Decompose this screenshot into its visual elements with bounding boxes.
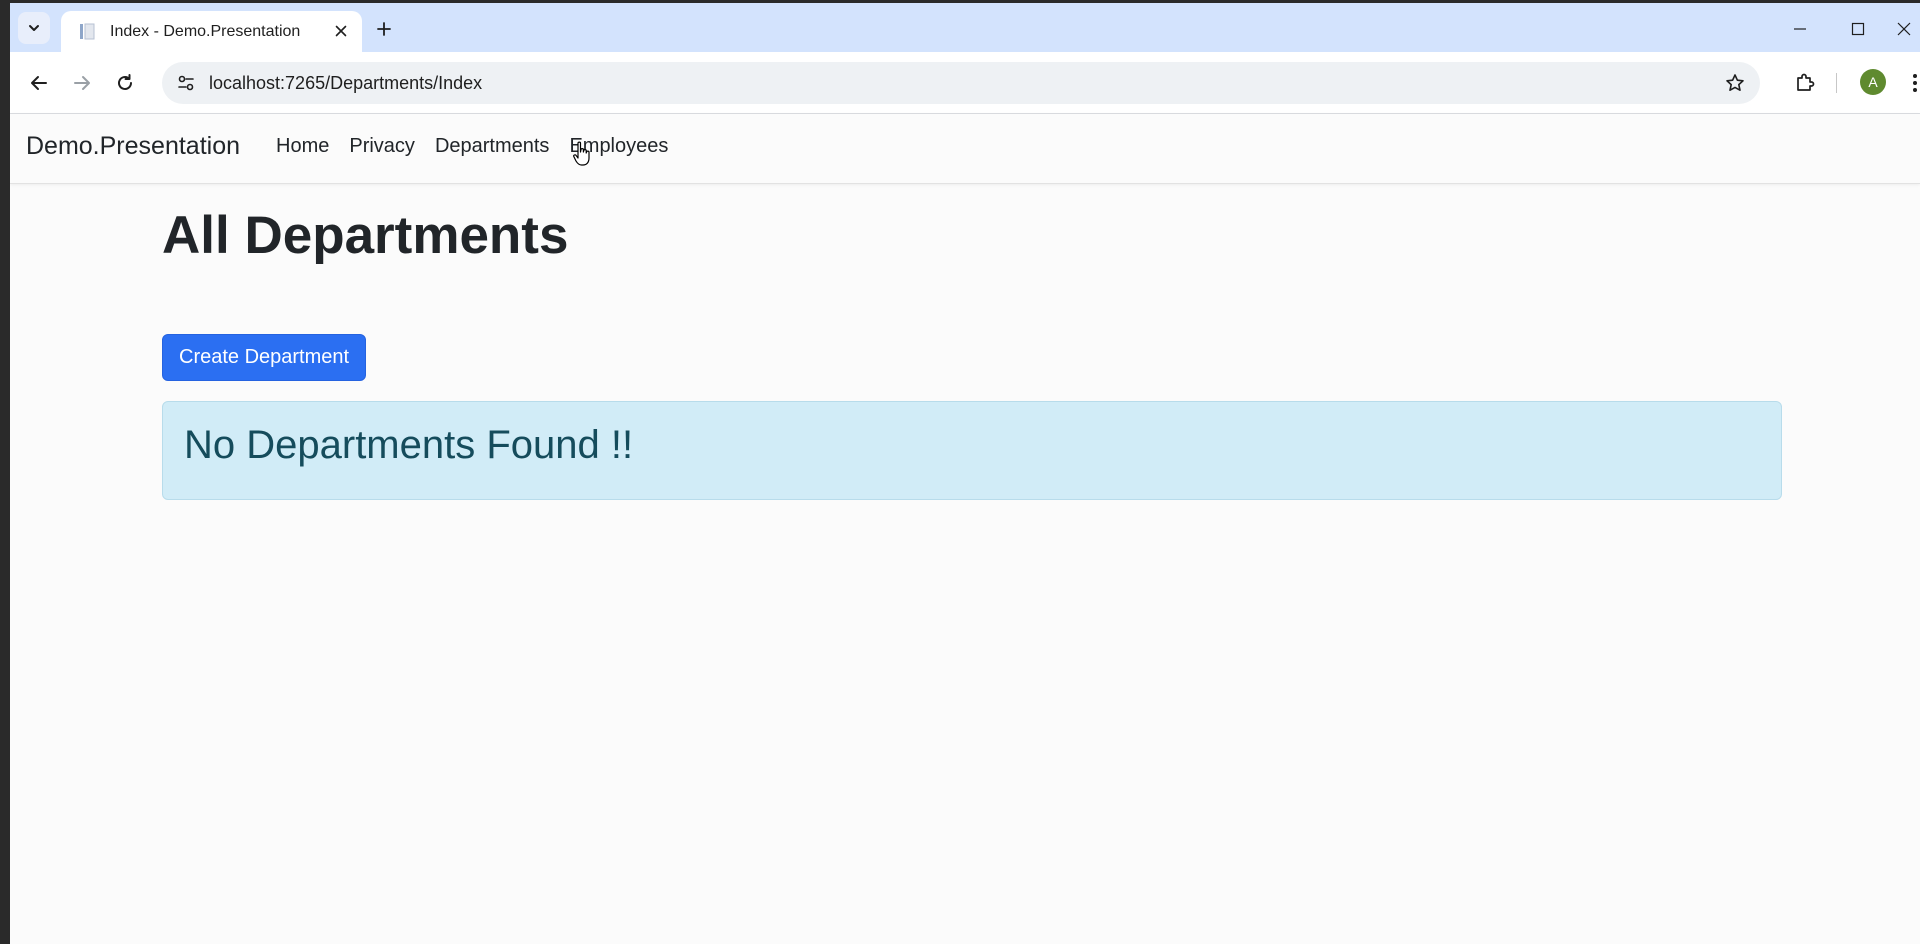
tab-strip: Index - Demo.Presentation — [10, 3, 1920, 52]
page-title: All Departments — [162, 206, 569, 265]
arrow-left-icon — [31, 76, 47, 90]
url-text[interactable]: localhost:7265/Departments/Index — [209, 73, 482, 94]
puzzle-icon — [1797, 73, 1815, 91]
extensions-button[interactable] — [1790, 68, 1820, 98]
tab-close-button[interactable] — [330, 20, 352, 42]
empty-state-message: No Departments Found !! — [184, 423, 634, 467]
window-close-button[interactable] — [1890, 15, 1918, 43]
hand-pointer-cursor-icon — [573, 141, 590, 166]
reload-icon — [118, 74, 132, 90]
site-nav: Home Privacy Departments Employees — [266, 135, 678, 158]
page-favicon-icon — [80, 23, 95, 40]
site-brand-link[interactable]: Demo.Presentation — [26, 132, 240, 161]
star-icon — [1726, 74, 1744, 91]
nav-link-privacy[interactable]: Privacy — [339, 135, 425, 158]
tune-icon — [178, 75, 194, 91]
nav-link-departments[interactable]: Departments — [425, 135, 560, 158]
address-bar[interactable]: localhost:7265/Departments/Index — [162, 62, 1760, 104]
arrow-right-icon — [74, 76, 90, 90]
reload-button[interactable] — [110, 68, 140, 98]
plus-icon — [377, 22, 391, 36]
web-page: Demo.Presentation Home Privacy Departmen… — [10, 114, 1920, 944]
menu-button[interactable] — [1900, 68, 1920, 98]
toolbar-separator — [1836, 73, 1837, 93]
avatar-initial: A — [1868, 74, 1878, 90]
close-icon — [335, 25, 347, 37]
site-info-button[interactable] — [176, 73, 196, 93]
browser-toolbar: localhost:7265/Departments/Index A — [10, 52, 1920, 114]
bookmark-button[interactable] — [1724, 72, 1746, 94]
maximize-icon — [1851, 22, 1865, 36]
empty-state-alert: No Departments Found !! — [162, 401, 1782, 500]
more-vertical-icon — [1913, 74, 1917, 92]
browser-window: Index - Demo.Presentation localhost:7265… — [10, 3, 1920, 944]
close-icon — [1897, 22, 1911, 36]
back-button[interactable] — [24, 68, 54, 98]
forward-button[interactable] — [67, 68, 97, 98]
create-department-button[interactable]: Create Department — [162, 334, 367, 381]
site-navbar: Demo.Presentation Home Privacy Departmen… — [10, 114, 1920, 184]
tab-title: Index - Demo.Presentation — [110, 23, 301, 40]
nav-link-home[interactable]: Home — [266, 135, 339, 158]
screen: Index - Demo.Presentation localhost:7265… — [0, 0, 1920, 944]
minimize-button[interactable] — [1786, 15, 1814, 43]
chevron-down-icon — [29, 25, 39, 31]
tab-search-button[interactable] — [18, 12, 50, 44]
active-tab[interactable]: Index - Demo.Presentation — [61, 11, 362, 52]
profile-avatar[interactable]: A — [1860, 69, 1886, 95]
minimize-icon — [1794, 28, 1806, 30]
maximize-button[interactable] — [1844, 15, 1872, 43]
new-tab-button[interactable] — [372, 17, 396, 41]
